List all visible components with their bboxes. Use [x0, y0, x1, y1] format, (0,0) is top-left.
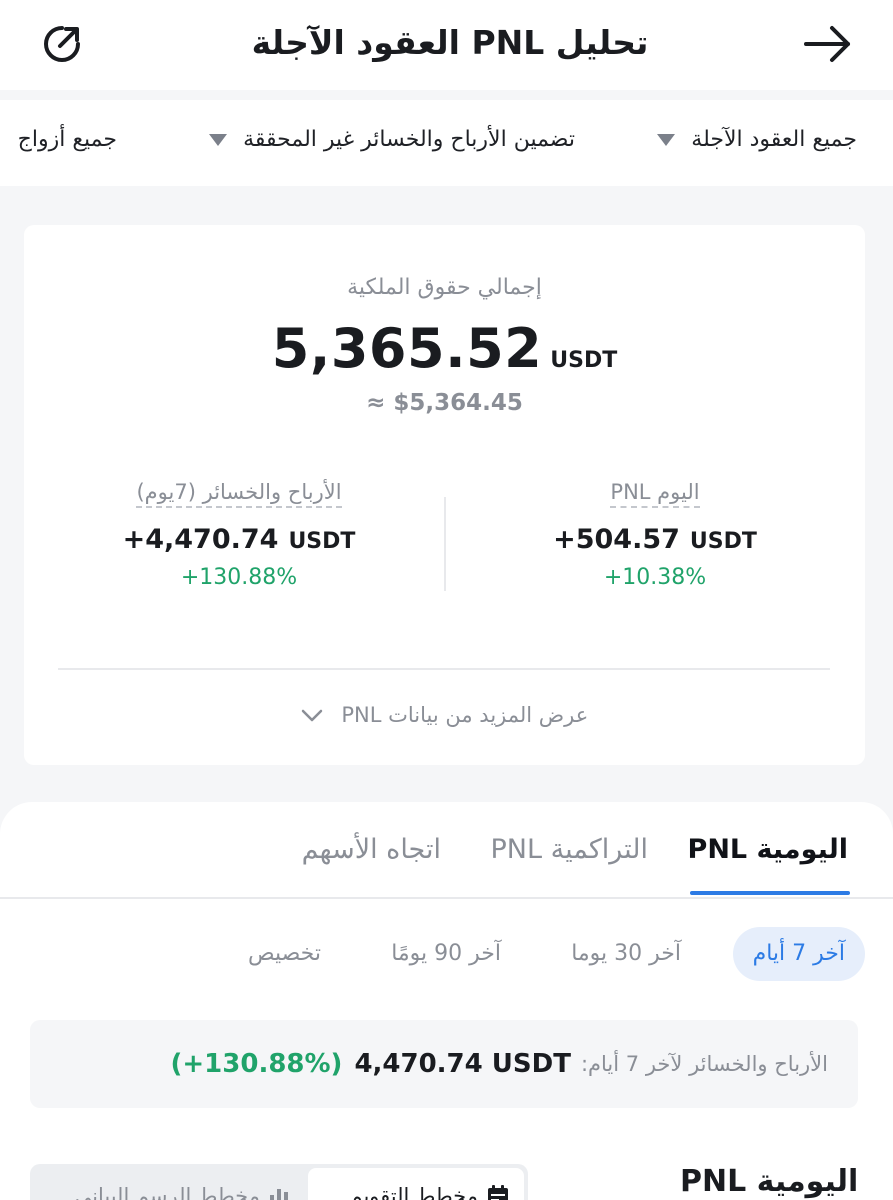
today-pnl-value: +504.57 USDT — [455, 524, 855, 555]
today-pnl-amount: +504.57 — [553, 524, 680, 555]
tab-cumulative-pnl[interactable]: التراكمية PNL — [491, 830, 648, 870]
today-pnl-percent: +10.38% — [603, 565, 707, 590]
header: تحليل PNL العقود الآجلة — [0, 0, 893, 90]
filter-label: جميع العقود الآجلة — [691, 127, 857, 152]
equity-label: إجمالي حقوق الملكية — [347, 275, 542, 300]
filter-bar: جميع العقود الآجلة تضمين الأرباح والخسائ… — [0, 100, 893, 186]
today-pnl-label[interactable]: اليوم PNL — [610, 480, 700, 508]
show-more-label: عرض المزيد من بيانات PNL — [341, 703, 589, 727]
summary-card: إجمالي حقوق الملكية 5,365.52 USDT ≈ $5,36… — [24, 225, 865, 765]
week-pnl-amount: +4,470.74 — [122, 524, 279, 555]
share-icon[interactable] — [40, 22, 84, 66]
period-summary-value: 4,470.74 USDT — [354, 1049, 571, 1079]
filter-contract-type[interactable]: جميع العقود الآجلة — [657, 120, 857, 160]
range-custom[interactable]: تخصيص — [248, 927, 321, 981]
pnl-panel: اليومية PNL التراكمية PNL اتجاه الأسهم آ… — [0, 802, 893, 1200]
caret-down-icon — [209, 134, 228, 146]
card-divider — [58, 668, 830, 670]
week-pnl: الأرباح والخسائر (7يوم) +4,470.74 USDT +1… — [39, 480, 439, 590]
period-summary: الأرباح والخسائر لآخر 7 أيام: 4,470.74 U… — [30, 1020, 858, 1108]
equity-value: 5,365.52 — [271, 317, 543, 380]
equity-usd: ≈ $5,364.45 — [366, 390, 523, 416]
filter-label: تضمين الأرباح والخسائر غير المحققة — [243, 127, 575, 152]
today-pnl: اليوم PNL +504.57 USDT +10.38% — [455, 480, 855, 590]
week-pnl-value: +4,470.74 USDT — [39, 524, 439, 555]
calendar-chart-label: مخطط التقويم — [349, 1184, 478, 1200]
daily-pnl-title: اليومية PNL — [680, 1164, 859, 1199]
filter-label: جميع أزواج — [17, 127, 117, 152]
chevron-down-icon — [301, 709, 322, 722]
filter-pairs[interactable]: جميع أزواج — [18, 120, 117, 160]
equity-row: 5,365.52 USDT — [24, 317, 865, 380]
calendar-chart-option[interactable]: مخطط التقويم — [308, 1168, 524, 1200]
calendar-icon — [488, 1185, 508, 1200]
week-pnl-percent: +130.88% — [180, 565, 298, 590]
show-more-pnl-button[interactable]: عرض المزيد من بيانات PNL — [24, 703, 865, 727]
tabs-border — [0, 897, 893, 899]
period-summary-percent: (+130.88%) — [170, 1049, 343, 1079]
filter-unrealized-pnl[interactable]: تضمين الأرباح والخسائر غير المحققة — [209, 120, 575, 160]
week-pnl-label[interactable]: الأرباح والخسائر (7يوم) — [136, 480, 342, 508]
today-pnl-unit: USDT — [689, 529, 757, 554]
caret-down-icon — [657, 134, 676, 146]
equity-unit: USDT — [550, 348, 618, 373]
stat-divider — [444, 497, 446, 591]
period-summary-label: الأرباح والخسائر لآخر 7 أيام: — [580, 1052, 828, 1076]
tab-daily-pnl[interactable]: اليومية PNL — [688, 830, 848, 870]
tab-equity-trend[interactable]: اتجاه الأسهم — [302, 830, 441, 870]
range-30-days[interactable]: آخر 30 يوما — [571, 927, 681, 981]
chart-type-switch: مخطط التقويم مخطط الرسم البياني — [30, 1164, 528, 1200]
range-7-days[interactable]: آخر 7 أيام — [732, 927, 865, 981]
arrow-right-icon[interactable] — [800, 20, 856, 68]
bar-chart-icon — [270, 1189, 288, 1200]
active-tab-indicator — [690, 891, 850, 895]
week-pnl-unit: USDT — [288, 529, 356, 554]
bar-chart-label: مخطط الرسم البياني — [74, 1184, 260, 1200]
range-90-days[interactable]: آخر 90 يومًا — [391, 927, 501, 981]
page-title: تحليل PNL العقود الآجلة — [251, 23, 649, 62]
bar-chart-option[interactable]: مخطط الرسم البياني — [34, 1168, 304, 1200]
